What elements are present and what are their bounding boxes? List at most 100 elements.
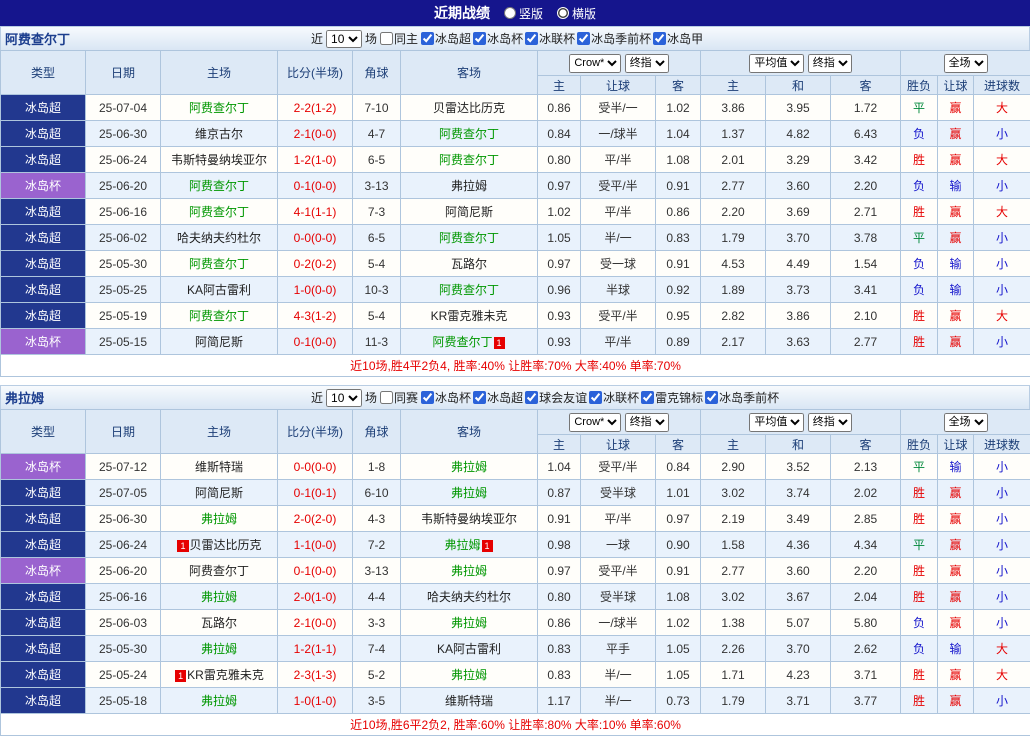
league-filter-checkbox[interactable]: [577, 32, 590, 45]
team-name-link[interactable]: 弗拉姆: [201, 512, 237, 526]
red-card-badge: 1: [494, 337, 505, 349]
team-name-link[interactable]: 阿费查尔丁: [189, 205, 249, 219]
team-name-link[interactable]: KR雷克雅未克: [431, 309, 508, 323]
eu-away-odds: 2.71: [831, 199, 901, 225]
odds-stage-select[interactable]: 终指: [625, 54, 669, 73]
ah-home-odds: 1.02: [538, 199, 581, 225]
team-name-link[interactable]: 阿简尼斯: [195, 335, 243, 349]
team-name-link[interactable]: KA阿古雷利: [187, 283, 251, 297]
team-name-link[interactable]: 贝雷达比历克: [433, 101, 505, 115]
team-name-link[interactable]: 瓦路尔: [201, 616, 237, 630]
ah-handicap-cell: 受半球: [581, 480, 656, 506]
team-name-link[interactable]: 弗拉姆: [451, 486, 487, 500]
date-cell: 25-05-25: [86, 277, 161, 303]
league-filter[interactable]: 冰岛超: [421, 30, 471, 47]
league-filter-checkbox[interactable]: [589, 391, 602, 404]
league-filter[interactable]: 冰联杯: [589, 389, 639, 406]
team-name-link[interactable]: 弗拉姆: [451, 564, 487, 578]
team-name-link[interactable]: 阿简尼斯: [195, 486, 243, 500]
team-name-link[interactable]: 阿费查尔丁: [439, 231, 499, 245]
team-name-link[interactable]: 阿费查尔丁: [439, 153, 499, 167]
layout-option-vertical[interactable]: 竖版: [504, 5, 543, 22]
league-filter-checkbox[interactable]: [641, 391, 654, 404]
team-name-link[interactable]: 阿费查尔丁: [189, 101, 249, 115]
league-filter-checkbox[interactable]: [421, 391, 434, 404]
league-filter[interactable]: 冰联杯: [525, 30, 575, 47]
league-filter[interactable]: 冰岛甲: [653, 30, 703, 47]
league-filter-checkbox[interactable]: [525, 32, 538, 45]
match-row: 冰岛超25-06-24韦斯特曼纳埃亚尔1-2(1-0)6-5阿费查尔丁0.80平…: [1, 147, 1030, 173]
team-name-link[interactable]: 弗拉姆: [201, 694, 237, 708]
team-name-link[interactable]: 瓦路尔: [451, 257, 487, 271]
league-filter-checkbox[interactable]: [421, 32, 434, 45]
league-filter[interactable]: 冰岛季前杯: [705, 389, 779, 406]
eu-source-select[interactable]: 平均值: [749, 413, 804, 432]
team-name-link[interactable]: 哈夫纳夫约杜尔: [177, 231, 261, 245]
team-name-link[interactable]: 哈夫纳夫约杜尔: [427, 590, 511, 604]
eu-away-odds: 2.77: [831, 329, 901, 355]
league-filter[interactable]: 球会友谊: [525, 389, 587, 406]
team-name-link[interactable]: 阿费查尔丁: [189, 309, 249, 323]
league-filter-checkbox[interactable]: [653, 32, 666, 45]
league-filter[interactable]: 雷克锦标: [641, 389, 703, 406]
layout-radio-vertical[interactable]: [504, 7, 516, 19]
team-name-link[interactable]: 阿费查尔丁: [189, 179, 249, 193]
league-filter[interactable]: 冰岛超: [473, 389, 523, 406]
team-name-link[interactable]: 韦斯特曼纳埃亚尔: [171, 153, 267, 167]
eu-draw-odds: 3.95: [766, 95, 831, 121]
eu-source-select[interactable]: 平均值: [749, 54, 804, 73]
same-filter-checkbox[interactable]: [380, 32, 393, 45]
eu-stage-select[interactable]: 终指: [808, 413, 852, 432]
league-filter[interactable]: 冰岛杯: [473, 30, 523, 47]
same-filter[interactable]: 同主: [380, 30, 418, 47]
team-name-link[interactable]: KR雷克雅未克: [187, 668, 264, 682]
layout-option-horizontal[interactable]: 横版: [557, 5, 596, 22]
team-name-link[interactable]: 贝雷达比历克: [190, 538, 262, 552]
team-name-link[interactable]: 阿简尼斯: [445, 205, 493, 219]
scope-select[interactable]: 全场: [944, 413, 988, 432]
ah-home-odds: 0.80: [538, 147, 581, 173]
league-filter-checkbox[interactable]: [473, 32, 486, 45]
league-filter-checkbox[interactable]: [705, 391, 718, 404]
team-name-link[interactable]: 阿费查尔丁: [189, 564, 249, 578]
same-filter[interactable]: 同赛: [380, 389, 418, 406]
team-name-link[interactable]: 维京古尔: [195, 127, 243, 141]
recent-count-select[interactable]: 10: [326, 389, 362, 407]
league-type-cell: 冰岛杯: [1, 558, 86, 584]
team-name-link[interactable]: 韦斯特曼纳埃亚尔: [421, 512, 517, 526]
asian-odds-controls: Crow* 终指: [538, 51, 701, 76]
same-filter-checkbox[interactable]: [380, 391, 393, 404]
near-label: 近: [311, 30, 323, 47]
eu-away-odds: 2.85: [831, 506, 901, 532]
team-name-link[interactable]: 弗拉姆: [201, 642, 237, 656]
league-filters: 冰岛超冰岛杯冰联杯冰岛季前杯冰岛甲: [421, 30, 703, 47]
team-name-link[interactable]: 弗拉姆: [451, 616, 487, 630]
league-filter-checkbox[interactable]: [525, 391, 538, 404]
ah-home-odds: 0.80: [538, 584, 581, 610]
league-type-cell: 冰岛超: [1, 121, 86, 147]
league-filter-checkbox[interactable]: [473, 391, 486, 404]
recent-count-select[interactable]: 10: [326, 30, 362, 48]
score-cell: 0-1(0-0): [278, 329, 353, 355]
team-name-link[interactable]: 弗拉姆: [444, 538, 480, 552]
odds-source-select[interactable]: Crow*: [569, 54, 621, 73]
eu-stage-select[interactable]: 终指: [808, 54, 852, 73]
layout-radio-horizontal[interactable]: [557, 7, 569, 19]
odds-source-select[interactable]: Crow*: [569, 413, 621, 432]
odds-stage-select[interactable]: 终指: [625, 413, 669, 432]
league-filter[interactable]: 冰岛杯: [421, 389, 471, 406]
team-name-link[interactable]: 阿费查尔丁: [189, 257, 249, 271]
team-name-link[interactable]: 弗拉姆: [201, 590, 237, 604]
league-filter[interactable]: 冰岛季前杯: [577, 30, 651, 47]
team-name-link[interactable]: 维斯特瑞: [195, 460, 243, 474]
team-name-link[interactable]: 阿费查尔丁: [439, 127, 499, 141]
team-name-link[interactable]: 弗拉姆: [451, 668, 487, 682]
team-name-link[interactable]: 弗拉姆: [451, 179, 487, 193]
scope-select[interactable]: 全场: [944, 54, 988, 73]
team-name-link[interactable]: 阿费查尔丁: [432, 335, 492, 349]
team-name-link[interactable]: 维斯特瑞: [445, 694, 493, 708]
team-name-link[interactable]: 弗拉姆: [451, 460, 487, 474]
team-name-link[interactable]: 阿费查尔丁: [439, 283, 499, 297]
team-name-link[interactable]: KA阿古雷利: [437, 642, 501, 656]
result-handicap-cell: 赢: [938, 95, 974, 121]
